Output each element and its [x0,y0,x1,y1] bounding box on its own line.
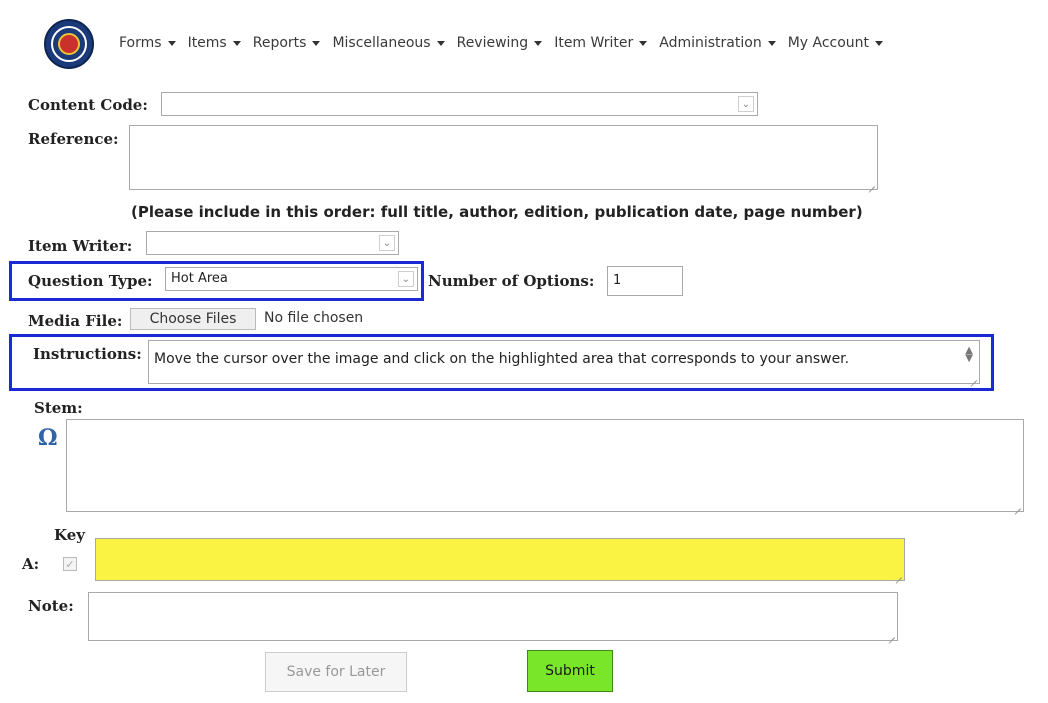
note-label: Note: [28,597,74,615]
nav-menu-my-account[interactable]: My Account [787,35,884,51]
reference-textarea[interactable] [129,125,878,190]
question-type-value: Hot Area [171,271,228,286]
reference-label: Reference: [28,130,119,148]
caret-down-icon [639,40,648,46]
nav-menu-miscellaneous[interactable]: Miscellaneous [332,35,445,51]
nav-menu-forms[interactable]: Forms [119,35,176,51]
nav-menu-item-writer[interactable]: Item Writer [554,35,648,51]
instructions-label: Instructions: [33,345,142,363]
key-label: Key [54,526,85,544]
resize-handle-icon[interactable] [894,570,902,578]
option-a-label: A: [22,555,40,573]
nav-menu-label: Reports [252,35,307,51]
nav-menu-label: My Account [787,35,870,51]
caret-down-icon [312,40,321,46]
question-type-label: Question Type: [28,272,153,290]
media-file-label: Media File: [28,312,123,330]
content-code-select[interactable]: ⌄ [161,92,758,116]
nav-menu-items[interactable]: Items [188,35,241,51]
nav-menu-label: Items [187,35,227,51]
caret-down-icon [534,40,543,46]
number-of-options-value: 1 [613,273,622,288]
number-of-options-label: Number of Options: [428,272,595,290]
chevron-down-icon: ⌄ [379,235,395,251]
stem-label: Stem: [34,399,83,417]
note-textarea[interactable] [88,592,898,641]
content-code-label: Content Code: [28,96,148,114]
nav-menu-reports[interactable]: Reports [253,35,321,51]
caret-down-icon [232,40,241,46]
chevron-down-icon: ⌄ [738,96,754,112]
item-writer-select[interactable]: ⌄ [146,231,399,255]
save-for-later-button[interactable]: Save for Later [265,652,407,692]
nav-menu-label: Administration [659,35,762,51]
nav-menu: Forms Items Reports Miscellaneous Review… [119,35,895,51]
stem-textarea[interactable] [66,419,1024,512]
resize-handle-icon[interactable] [867,179,875,187]
nav-menu-label: Forms [119,35,162,51]
resize-handle-icon[interactable] [969,373,977,381]
nav-menu-label: Miscellaneous [332,35,431,51]
spinner-arrows-icon[interactable]: ▲ ▼ [965,346,973,364]
instructions-value: Move the cursor over the image and click… [154,351,850,367]
nav-menu-administration[interactable]: Administration [659,35,776,51]
special-characters-omega-icon[interactable]: Ω [38,425,58,451]
number-of-options-input[interactable]: 1 [607,266,683,296]
resize-handle-icon[interactable] [1013,501,1021,509]
top-navbar: Forms Items Reports Miscellaneous Review… [0,0,1048,88]
reference-hint: (Please include in this order: full titl… [131,203,863,221]
caret-down-icon [436,40,445,46]
logo-emblem [58,33,80,55]
key-checkbox[interactable]: ✓ [63,557,77,571]
option-a-answer-field[interactable] [95,538,905,581]
chevron-down-icon: ⌄ [398,271,414,287]
no-file-chosen-text: No file chosen [264,310,364,326]
caret-down-icon [167,40,176,46]
caret-down-icon [875,40,884,46]
instructions-textarea[interactable]: Move the cursor over the image and click… [148,340,980,384]
question-type-select[interactable]: Hot Area ⌄ [165,267,418,291]
nav-menu-label: Item Writer [554,35,634,51]
choose-files-button[interactable]: Choose Files [130,308,256,330]
nav-menu-reviewing[interactable]: Reviewing [457,35,543,51]
nav-menu-label: Reviewing [456,35,529,51]
submit-button[interactable]: Submit [527,650,613,692]
organization-logo-icon[interactable] [44,19,94,69]
resize-handle-icon[interactable] [887,630,895,638]
item-writer-label: Item Writer: [28,237,133,255]
caret-down-icon [767,40,776,46]
